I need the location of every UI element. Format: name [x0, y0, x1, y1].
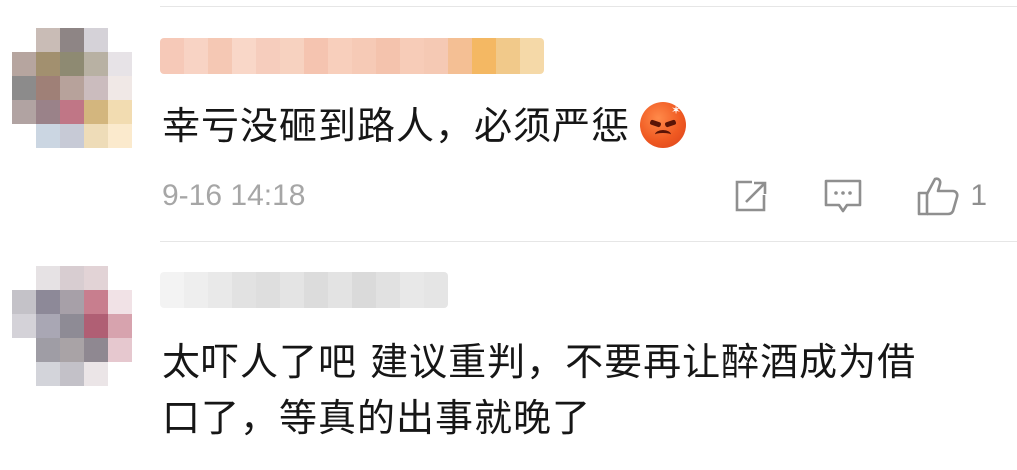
angry-face-emoji: ✶	[640, 101, 687, 148]
username-pixel	[376, 38, 400, 74]
avatar-pixel	[12, 314, 36, 338]
avatar-pixel	[36, 124, 60, 148]
like-count: 1	[970, 179, 987, 212]
avatar-pixel	[108, 290, 132, 314]
username-pixel	[424, 272, 448, 308]
username-pixel	[352, 38, 376, 74]
comment-item: 太吓人了吧 建议重判，不要再让醉酒成为借 口了，等真的出事就晚了	[0, 242, 1017, 470]
avatar-pixel	[36, 266, 60, 290]
username-pixel	[160, 38, 184, 74]
username-pixel	[304, 272, 328, 308]
avatar-pixel	[108, 76, 132, 100]
avatar-pixel	[60, 76, 84, 100]
username-pixel	[376, 272, 400, 308]
avatar-pixel	[84, 28, 108, 52]
avatar-pixel	[12, 52, 36, 76]
username-pixelated[interactable]	[160, 38, 544, 74]
username-pixel	[232, 272, 256, 308]
like-button[interactable]: 1	[916, 174, 987, 218]
username-pixel	[208, 272, 232, 308]
share-icon	[736, 180, 767, 212]
avatar-pixel	[60, 290, 84, 314]
comment-timestamp: 9-16 14:18	[162, 179, 306, 212]
like-icon	[918, 177, 959, 216]
username-pixel	[280, 38, 304, 74]
share-button[interactable]	[730, 176, 770, 216]
avatar-pixel	[36, 338, 60, 362]
avatar-pixel	[12, 124, 36, 148]
avatar-pixel	[12, 362, 36, 386]
avatar-pixel	[12, 76, 36, 100]
username-pixel	[448, 38, 472, 74]
avatar-pixel	[84, 290, 108, 314]
avatar-pixel	[108, 362, 132, 386]
username-pixel	[256, 272, 280, 308]
avatar-pixel	[36, 314, 60, 338]
avatar-pixel	[60, 124, 84, 148]
avatar-pixel	[108, 124, 132, 148]
username-pixel	[400, 38, 424, 74]
avatar[interactable]	[12, 28, 132, 148]
avatar-pixel	[84, 124, 108, 148]
avatar-pixel	[12, 266, 36, 290]
avatar-pixel	[84, 76, 108, 100]
avatar-pixel	[60, 338, 84, 362]
avatar-pixel	[60, 266, 84, 290]
username-pixel	[328, 38, 352, 74]
username-pixelated[interactable]	[160, 272, 448, 308]
username-pixel	[496, 38, 520, 74]
avatar-pixel	[12, 338, 36, 362]
comment-text-line-2: 口了，等真的出事就晚了	[162, 396, 592, 440]
username-pixel	[232, 38, 256, 74]
avatar-pixel	[12, 28, 36, 52]
username-pixel	[184, 272, 208, 308]
avatar-pixel	[36, 362, 60, 386]
reply-button[interactable]	[822, 176, 864, 216]
avatar-pixel	[108, 314, 132, 338]
username-pixel	[208, 38, 232, 74]
avatar-pixel	[60, 362, 84, 386]
avatar-pixel	[84, 100, 108, 124]
avatar-pixel	[36, 52, 60, 76]
avatar-pixel	[36, 28, 60, 52]
username-pixel	[256, 38, 280, 74]
avatar-pixel	[108, 100, 132, 124]
comment-text: 幸亏没砸到路人，必须严惩 ✶	[162, 98, 687, 154]
comment-actions: 1	[678, 174, 987, 218]
comment-text-content: 幸亏没砸到路人，必须严惩	[162, 104, 631, 148]
comment-text-line-1: 太吓人了吧 建议重判，不要再让醉酒成为借	[162, 340, 917, 384]
avatar-pixel	[60, 100, 84, 124]
avatar-pixel	[60, 28, 84, 52]
avatar-pixel	[36, 76, 60, 100]
comment-item: 幸亏没砸到路人，必须严惩 ✶ 9-16 14:18 1	[0, 0, 1017, 240]
avatar-pixel	[12, 290, 36, 314]
avatar-pixel	[12, 100, 36, 124]
avatar-pixel	[84, 338, 108, 362]
username-pixel	[424, 38, 448, 74]
username-pixel	[352, 272, 376, 308]
username-pixel	[472, 38, 496, 74]
avatar-pixel	[60, 52, 84, 76]
avatar-pixel	[60, 314, 84, 338]
avatar-pixel	[108, 266, 132, 290]
avatar-pixel	[84, 362, 108, 386]
username-pixel	[304, 38, 328, 74]
username-pixel	[280, 272, 304, 308]
username-pixel	[400, 272, 424, 308]
username-pixel	[328, 272, 352, 308]
username-pixel	[184, 38, 208, 74]
avatar-pixel	[36, 290, 60, 314]
avatar-pixel	[36, 100, 60, 124]
avatar-pixel	[84, 314, 108, 338]
avatar-pixel	[84, 52, 108, 76]
avatar-pixel	[84, 266, 108, 290]
avatar[interactable]	[12, 266, 132, 386]
comment-icon	[825, 179, 862, 213]
username-pixel	[520, 38, 544, 74]
avatar-pixel	[108, 28, 132, 52]
username-pixel	[160, 272, 184, 308]
avatar-pixel	[108, 52, 132, 76]
avatar-pixel	[108, 338, 132, 362]
